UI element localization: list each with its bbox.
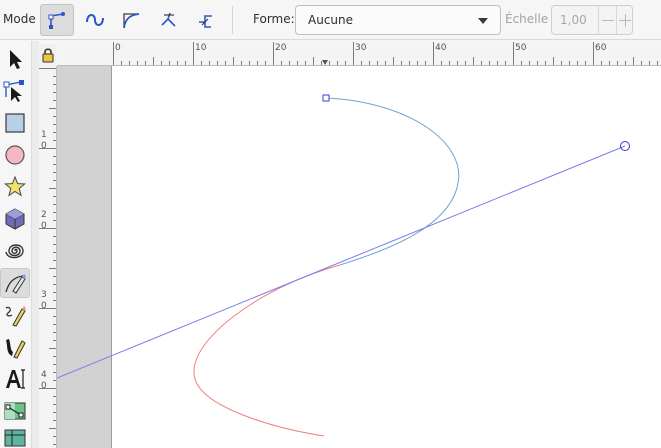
tool-3d-box[interactable]	[0, 204, 30, 234]
pencil-icon	[5, 306, 26, 327]
h-ruler-label: 30	[355, 43, 367, 53]
node-editor-icon	[3, 80, 24, 102]
text-icon	[6, 369, 25, 389]
tool-mesh[interactable]	[0, 428, 30, 448]
mode-paraxial-alt-button[interactable]	[189, 4, 223, 36]
drawn-path-segment[interactable]	[325, 97, 460, 266]
tool-star[interactable]	[0, 172, 30, 202]
preview-path-segment	[193, 264, 341, 437]
vertical-ruler[interactable]: 1 0 2 0 3 0 4 0	[39, 66, 57, 448]
toolbox-divider	[31, 41, 39, 448]
scale-label: Échelle :	[505, 12, 557, 26]
mode-bspline-button[interactable]	[114, 4, 148, 36]
selector-arrow-icon	[10, 50, 22, 69]
h-ruler-label: 10	[195, 43, 207, 53]
paraxial-icon	[161, 12, 176, 27]
h-ruler-label: 60	[595, 43, 607, 53]
decrement-icon[interactable]	[598, 6, 617, 34]
calligraphy-icon	[6, 339, 26, 359]
paraxial-alt-icon	[199, 15, 212, 28]
h-ruler-label: 20	[275, 43, 287, 53]
h-ruler-label: 40	[435, 43, 447, 53]
tool-pencil[interactable]	[0, 300, 30, 330]
drawing-layer	[57, 94, 630, 437]
toolbar-separator	[232, 6, 233, 34]
tool-spiral[interactable]	[0, 236, 30, 266]
v-ruler-label: 3 0	[41, 290, 47, 311]
v-ruler-label: 1 0	[41, 130, 47, 151]
h-ruler-label: 50	[515, 43, 527, 53]
tool-selector[interactable]	[0, 44, 30, 74]
bspline-icon	[123, 13, 140, 29]
guide-lock-button[interactable]	[39, 44, 56, 66]
v-ruler-label: 4 0	[41, 370, 47, 391]
lock-icon	[42, 48, 53, 63]
rectangle-icon	[5, 113, 25, 133]
star-icon	[3, 175, 27, 197]
mode-paraxial-button[interactable]	[152, 4, 186, 36]
scale-spinbox[interactable]: 1,00	[551, 5, 633, 35]
tool-pen-bezier[interactable]	[0, 268, 30, 298]
bezier-handle-line	[57, 145, 626, 379]
mode-spiro-button[interactable]	[78, 4, 112, 36]
mesh-icon	[4, 429, 26, 447]
h-ruler-label: 0	[115, 43, 121, 53]
horizontal-ruler[interactable]: 0 10 20 30 40 50 60	[57, 41, 661, 66]
scale-value: 1,00	[560, 13, 587, 27]
tool-circle[interactable]	[0, 140, 30, 170]
path-start-node[interactable]	[322, 94, 330, 102]
pen-bezier-icon	[5, 274, 26, 294]
tool-calligraphy[interactable]	[0, 332, 30, 362]
toolbox	[0, 41, 31, 448]
tool-controls-bar: Mode : Forme: Aucune Échelle: 1,00	[0, 0, 661, 40]
shape-label: Forme:	[253, 12, 295, 26]
spiro-icon	[86, 14, 104, 26]
tool-gradient[interactable]	[0, 396, 30, 426]
increment-icon[interactable]	[616, 6, 634, 34]
gradient-icon	[4, 402, 26, 420]
tool-text[interactable]	[0, 364, 30, 394]
shape-dropdown-value: Aucune	[308, 13, 354, 27]
tool-rectangle[interactable]	[0, 108, 30, 138]
regular-bezier-icon	[48, 12, 65, 29]
mode-regular-bezier-button[interactable]	[40, 4, 74, 36]
spiral-icon	[5, 244, 24, 259]
drawing-canvas[interactable]	[57, 66, 661, 448]
chevron-down-icon	[478, 18, 488, 24]
3d-box-icon	[5, 208, 25, 230]
tool-node-editor[interactable]	[0, 76, 30, 106]
mode-label: Mode :	[3, 12, 44, 26]
circle-icon	[5, 145, 25, 165]
shape-dropdown[interactable]: Aucune	[295, 5, 501, 35]
v-ruler-label: 2 0	[41, 210, 47, 231]
